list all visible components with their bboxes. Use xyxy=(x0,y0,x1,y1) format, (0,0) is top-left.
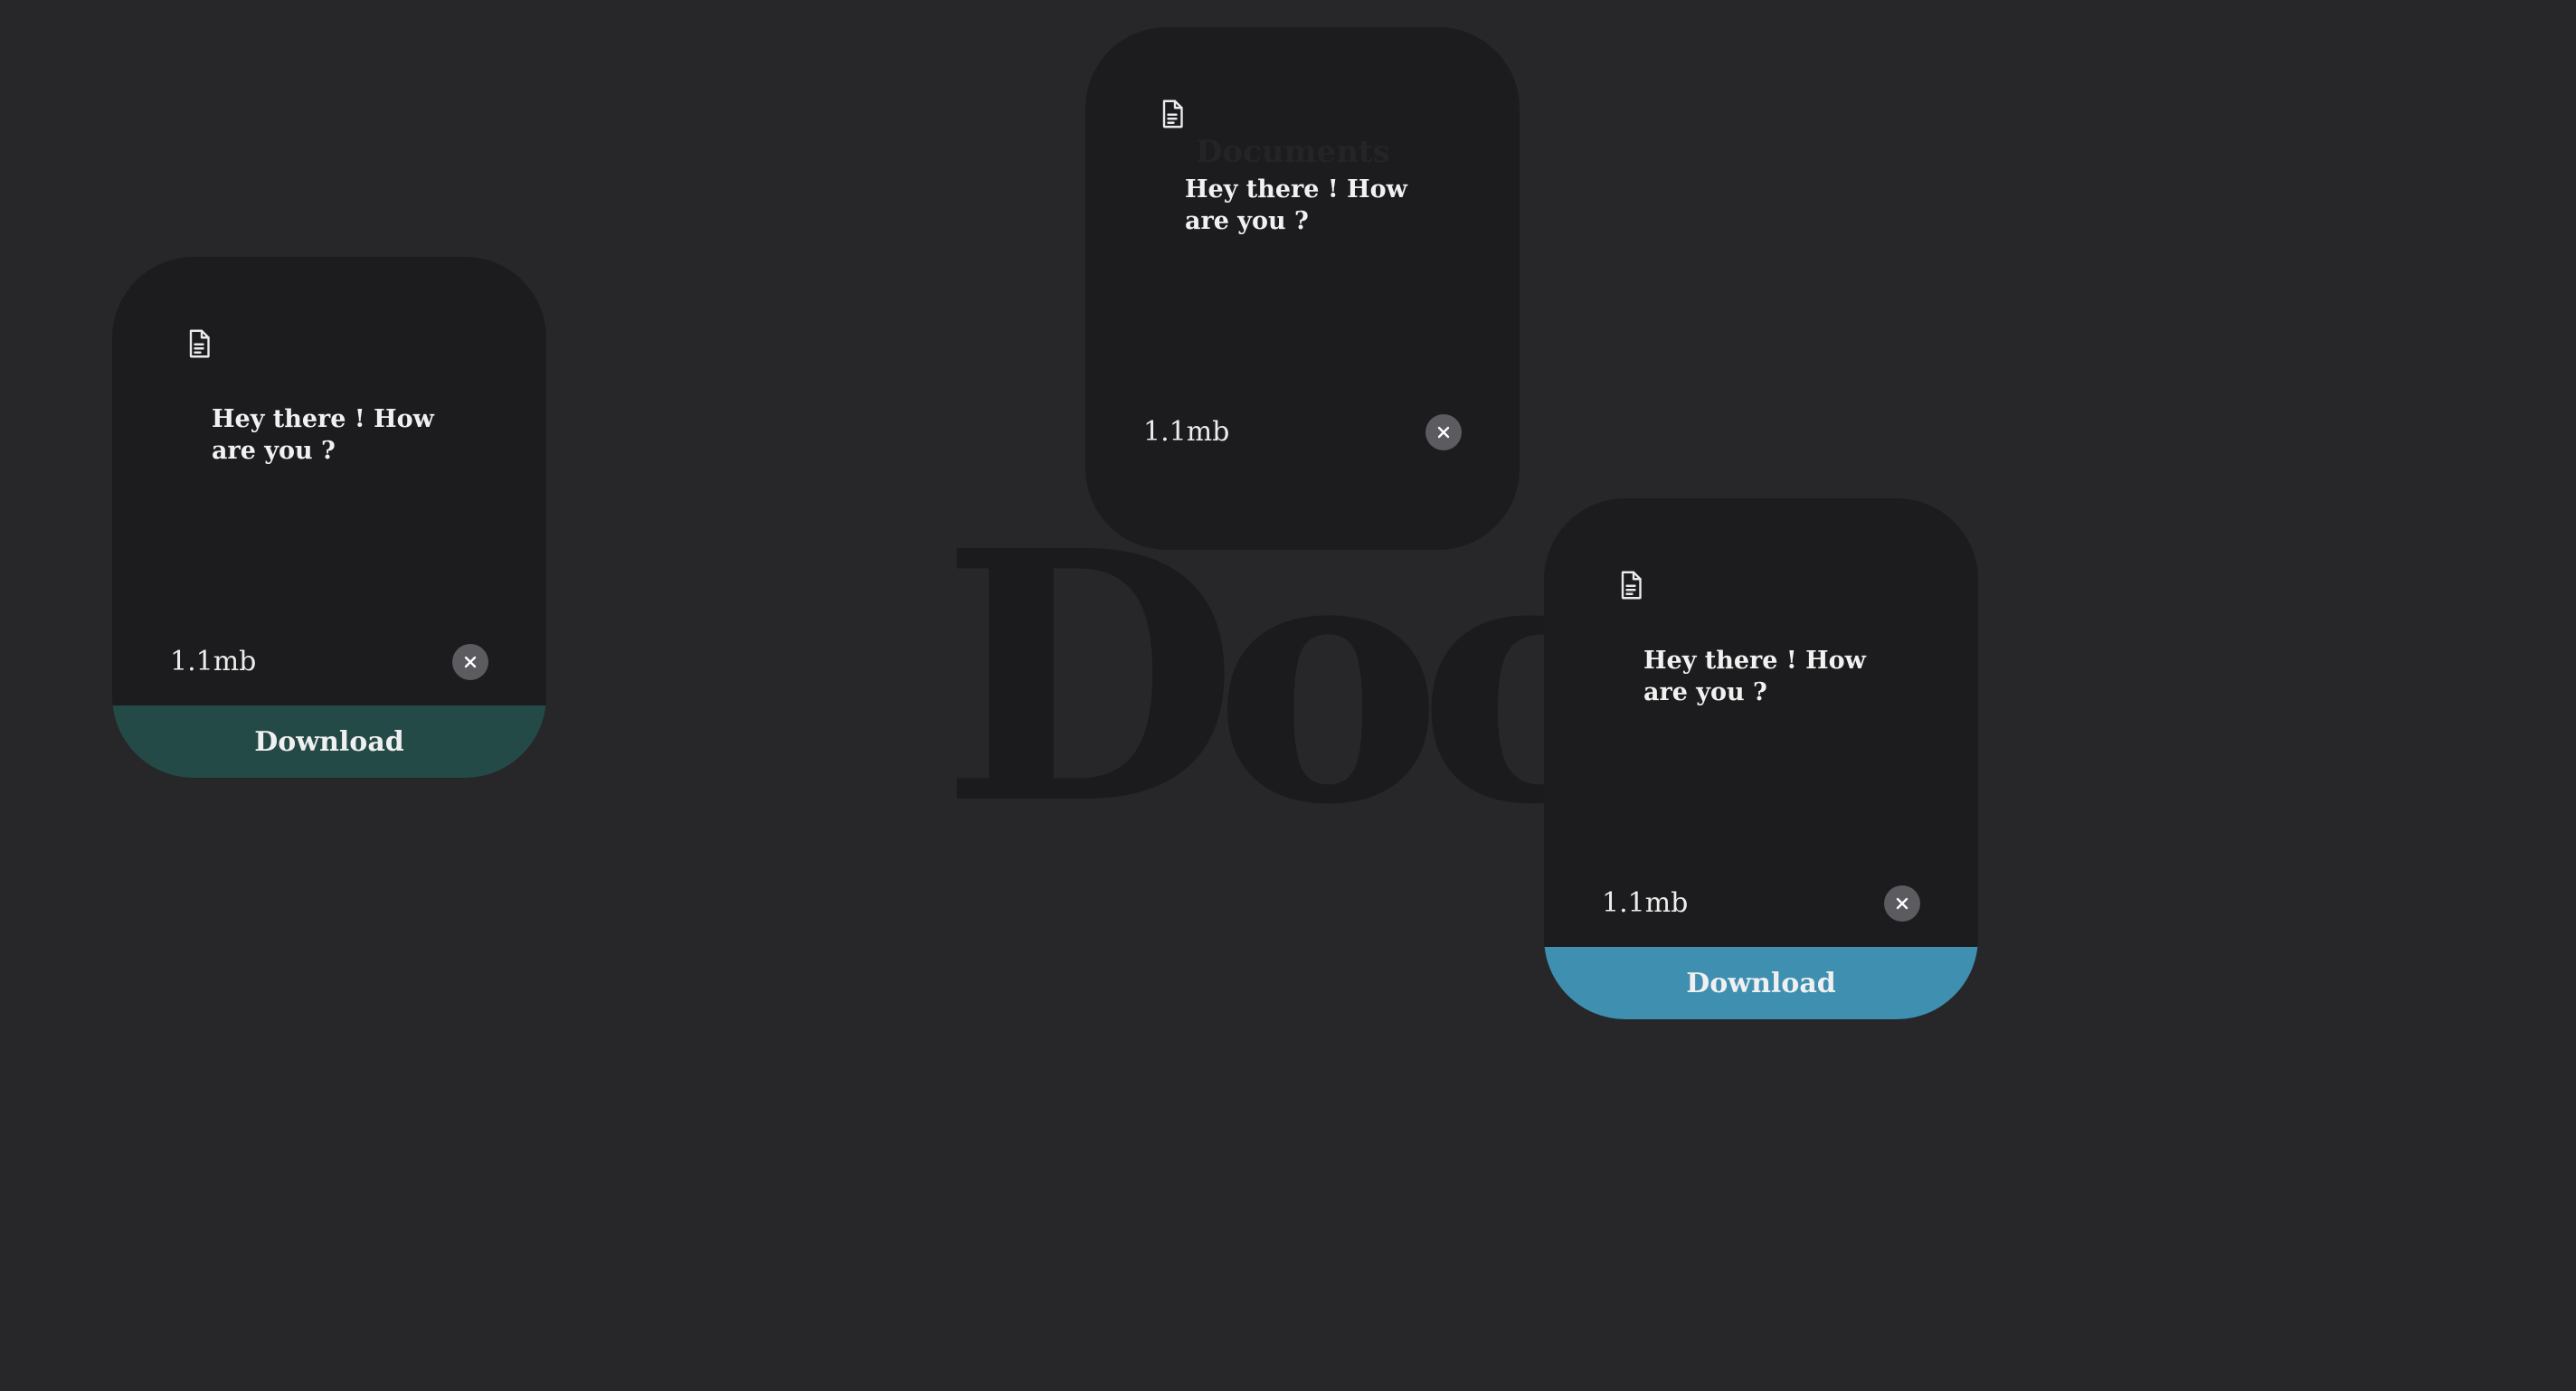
file-card: Documents Hey there ! How are you ? 1.1m… xyxy=(1085,27,1520,550)
document-icon xyxy=(1615,569,1647,601)
document-icon xyxy=(183,327,215,360)
document-icon xyxy=(1156,98,1189,130)
close-icon xyxy=(464,656,477,668)
message-text: Hey there ! How are you ? xyxy=(212,405,434,465)
close-button[interactable] xyxy=(1884,885,1920,922)
download-button[interactable]: Download xyxy=(112,705,546,778)
close-icon xyxy=(1896,897,1908,910)
file-card: Hey there ! How are you ? 1.1mb Download xyxy=(1544,498,1978,1019)
file-size: 1.1mb xyxy=(1143,416,1230,448)
card-heading: Documents xyxy=(1196,134,1390,170)
close-button[interactable] xyxy=(1425,414,1462,450)
message-text: Hey there ! How are you ? xyxy=(1643,647,1866,706)
file-card: Hey there ! How are you ? 1.1mb Download xyxy=(112,257,546,778)
close-icon xyxy=(1437,426,1450,439)
file-size: 1.1mb xyxy=(1602,887,1689,919)
download-button[interactable]: Download xyxy=(1544,947,1978,1019)
close-button[interactable] xyxy=(452,644,488,680)
file-size: 1.1mb xyxy=(170,646,257,677)
message-text: Hey there ! How are you ? xyxy=(1185,175,1407,235)
